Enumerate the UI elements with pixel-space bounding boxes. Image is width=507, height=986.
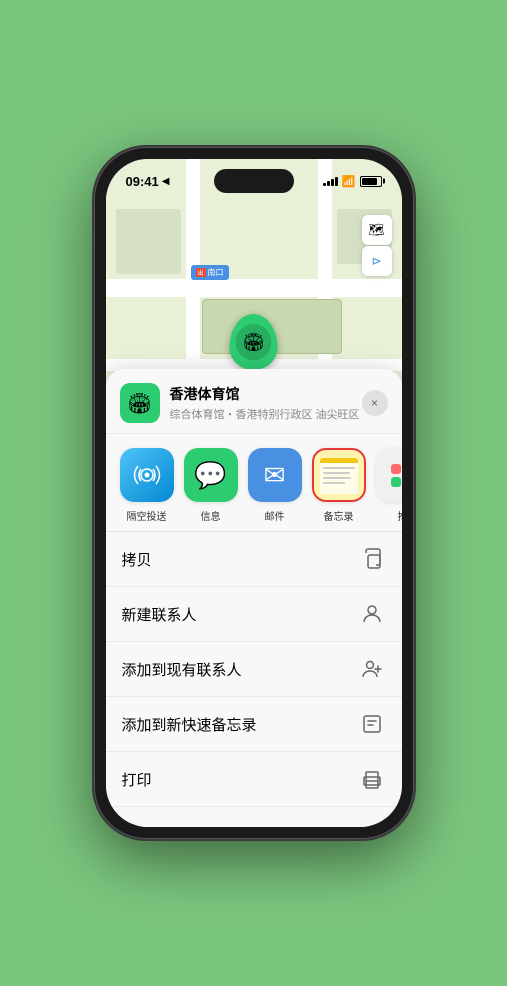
action-label-new-contact: 新建联系人 — [122, 604, 197, 625]
action-label-print: 打印 — [122, 769, 152, 790]
venue-description: 综合体育馆・香港特别行政区 油尖旺区 — [170, 406, 362, 422]
airdrop-icon — [133, 461, 161, 489]
signal-bar-1 — [323, 183, 326, 186]
sheet-header: 🏟 香港体育馆 综合体育馆・香港特别行政区 油尖旺区 × — [106, 369, 402, 434]
close-button[interactable]: × — [362, 390, 388, 416]
print-icon — [358, 765, 386, 793]
mail-label: 邮件 — [265, 508, 285, 523]
notes-icon-wrap[interactable] — [312, 448, 366, 502]
venue-icon: 🏟 — [120, 383, 160, 423]
mail-icon-wrap[interactable]: ✉ — [248, 448, 302, 502]
exit-label-text: 南口 — [208, 267, 224, 278]
person-add-svg — [361, 658, 383, 680]
messages-icon: 💬 — [194, 460, 226, 491]
action-row-add-contact[interactable]: 添加到现有联系人 — [106, 642, 402, 697]
copy-svg — [361, 548, 383, 570]
messages-label: 信息 — [201, 508, 221, 523]
map-road-horizontal-1 — [106, 279, 402, 297]
more-apps-label: 推 — [398, 508, 402, 523]
stadium-icon: 🏟 — [242, 332, 265, 353]
location-button[interactable]: ⊳ — [362, 246, 392, 276]
map-controls[interactable]: 🗺 ⊳ — [362, 215, 392, 276]
airdrop-icon-wrap[interactable] — [120, 448, 174, 502]
action-label-copy: 拷贝 — [122, 549, 152, 570]
signal-bar-2 — [327, 181, 330, 186]
venue-name: 香港体育馆 — [170, 384, 362, 404]
map-type-button[interactable]: 🗺 — [362, 215, 392, 245]
status-icons: 📶 — [323, 175, 382, 188]
messages-icon-wrap[interactable]: 💬 — [184, 448, 238, 502]
share-item-more[interactable]: 推 — [376, 448, 402, 523]
share-item-mail[interactable]: ✉ 邮件 — [248, 448, 302, 523]
airdrop-label: 隔空投送 — [127, 508, 167, 523]
compass-icon: ⊳ — [371, 254, 381, 268]
signal-bar-4 — [335, 177, 338, 186]
action-row-quick-note[interactable]: 添加到新快速备忘录 — [106, 697, 402, 752]
battery-icon — [360, 176, 382, 187]
quick-note-icon — [358, 710, 386, 738]
share-item-airdrop[interactable]: 隔空投送 — [120, 448, 174, 523]
new-contact-icon — [358, 600, 386, 628]
action-row-print[interactable]: 打印 — [106, 752, 402, 807]
signal-bar-3 — [331, 179, 334, 186]
note-svg — [361, 713, 383, 735]
action-row-new-contact[interactable]: 新建联系人 — [106, 587, 402, 642]
bottom-sheet: 🏟 香港体育馆 综合体育馆・香港特别行政区 油尖旺区 × — [106, 369, 402, 827]
venue-emoji: 🏟 — [127, 391, 152, 416]
print-svg — [361, 768, 383, 790]
map-block-topleft — [116, 209, 181, 274]
dynamic-island — [214, 169, 294, 193]
more-apps-icon-wrap[interactable] — [376, 448, 402, 502]
map-pin-inner: 🏟 — [236, 324, 272, 360]
share-item-messages[interactable]: 💬 信息 — [184, 448, 238, 523]
venue-info: 香港体育馆 综合体育馆・香港特别行政区 油尖旺区 — [170, 384, 362, 422]
notes-label: 备忘录 — [324, 508, 354, 523]
map-pin: 🏟 — [230, 314, 278, 370]
signal-bars — [323, 176, 338, 186]
add-contact-icon — [358, 655, 386, 683]
battery-fill — [362, 178, 377, 185]
phone-screen: 09:41 ◀ 📶 — [106, 159, 402, 827]
copy-icon — [358, 545, 386, 573]
map-exit-label: 出 南口 — [191, 265, 229, 280]
map-icon: 🗺 — [368, 222, 385, 238]
action-row-copy[interactable]: 拷贝 — [106, 532, 402, 587]
action-label-quick-note: 添加到新快速备忘录 — [122, 714, 257, 735]
share-actions-row: 隔空投送 💬 信息 ✉ 邮件 — [106, 434, 402, 531]
person-svg — [361, 603, 383, 625]
location-arrow-icon: ◀ — [162, 176, 170, 187]
status-time: 09:41 — [126, 174, 159, 189]
wifi-icon: 📶 — [342, 175, 356, 188]
mail-icon: ✉ — [264, 460, 286, 491]
share-item-notes[interactable]: 备忘录 — [312, 448, 366, 523]
phone-frame: 09:41 ◀ 📶 — [94, 147, 414, 839]
action-label-add-contact: 添加到现有联系人 — [122, 659, 242, 680]
exit-badge: 出 — [196, 268, 206, 277]
